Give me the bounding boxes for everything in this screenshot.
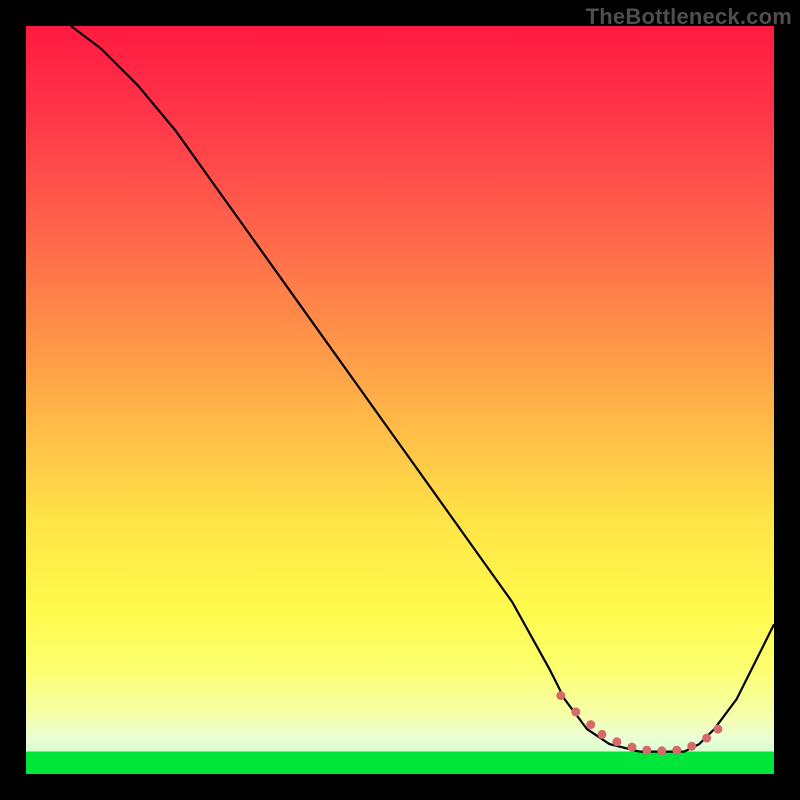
curve-layer [26, 26, 774, 774]
valley-marker [627, 743, 636, 752]
valley-marker [702, 734, 711, 743]
valley-marker [571, 707, 580, 716]
valley-marker [687, 742, 696, 751]
valley-marker [672, 746, 681, 755]
valley-marker [657, 746, 666, 755]
plot-area [26, 26, 774, 774]
valley-marker [642, 746, 651, 755]
bottleneck-curve [71, 26, 774, 752]
chart-stage: TheBottleneck.com [0, 0, 800, 800]
valley-marker [598, 730, 607, 739]
valley-marker [556, 691, 565, 700]
valley-marker [586, 720, 595, 729]
valley-marker [612, 737, 621, 746]
valley-marker [713, 725, 722, 734]
